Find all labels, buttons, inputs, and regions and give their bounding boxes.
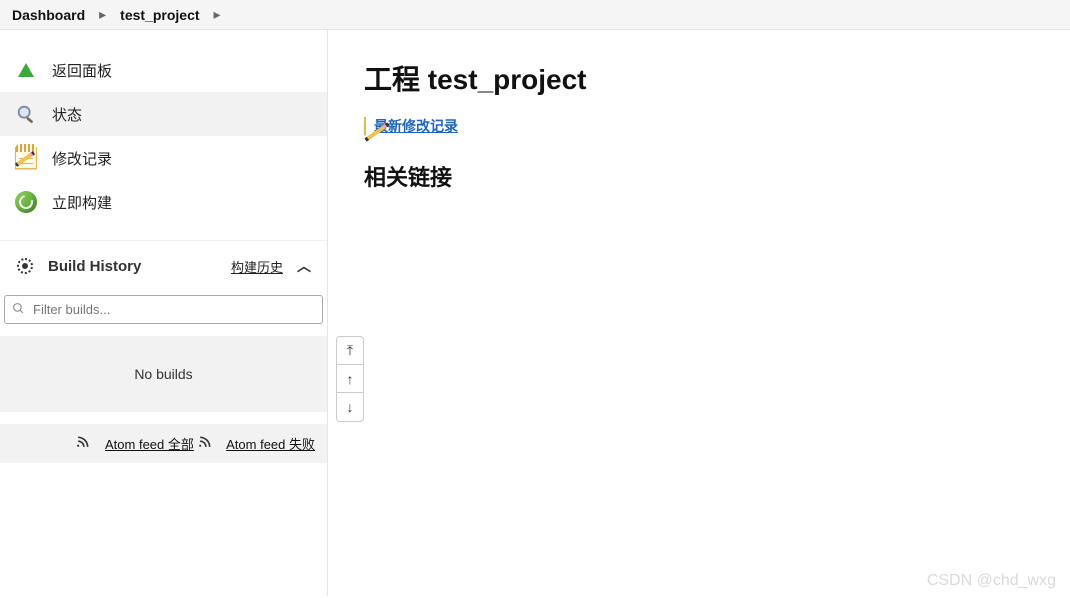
breadcrumb: Dashboard ▸ test_project ▸ [0, 0, 1070, 30]
sidebar-item-label: 修改记录 [52, 148, 112, 169]
sidebar: 返回面板 状态 修改记录 立即构建 Build History [0, 30, 328, 596]
sidebar-item-back-to-dashboard[interactable]: 返回面板 [0, 48, 327, 92]
page-title: 工程 test_project [364, 58, 1034, 98]
rss-icon [76, 437, 93, 452]
scroll-nav: ⤒ ↑ ↓ [336, 336, 364, 422]
sidebar-item-label: 返回面板 [52, 60, 112, 81]
build-history-icon [14, 255, 36, 277]
up-arrow-icon [14, 58, 38, 82]
main-panel: 工程 test_project 最新修改记录 相关链接 [328, 30, 1070, 596]
build-history-trend-link[interactable]: 构建历史 [231, 257, 283, 276]
build-now-icon [14, 190, 38, 214]
atom-feed-failed-link[interactable]: Atom feed 失败 [226, 437, 315, 452]
notepad-icon [14, 146, 38, 170]
related-links-heading: 相关链接 [364, 160, 1034, 192]
scroll-up-button[interactable]: ↑ [337, 365, 363, 393]
breadcrumb-sep-icon: ▸ [99, 6, 106, 23]
notepad-icon [364, 118, 366, 134]
breadcrumb-project[interactable]: test_project [120, 7, 199, 23]
build-history-header: Build History 构建历史 ︿ [0, 240, 327, 291]
breadcrumb-sep-icon: ▸ [214, 6, 221, 23]
atom-feed-all-link[interactable]: Atom feed 全部 [105, 437, 194, 452]
sidebar-item-label: 状态 [52, 104, 82, 125]
filter-builds-input[interactable] [4, 295, 323, 324]
breadcrumb-dashboard[interactable]: Dashboard [12, 7, 85, 23]
build-history-title: Build History [48, 258, 219, 275]
magnifier-icon [14, 102, 38, 126]
rss-icon [198, 437, 215, 452]
sidebar-item-changes[interactable]: 修改记录 [0, 136, 327, 180]
feed-links-row: Atom feed 全部 Atom feed 失败 [0, 424, 327, 463]
scroll-down-button[interactable]: ↓ [337, 393, 363, 421]
search-icon [12, 302, 25, 318]
scroll-top-button[interactable]: ⤒ [337, 337, 363, 365]
sidebar-item-status[interactable]: 状态 [0, 92, 327, 136]
no-builds-message: No builds [0, 336, 327, 412]
chevron-up-icon[interactable]: ︿ [295, 256, 313, 276]
sidebar-item-label: 立即构建 [52, 192, 112, 213]
sidebar-item-build-now[interactable]: 立即构建 [0, 180, 327, 224]
